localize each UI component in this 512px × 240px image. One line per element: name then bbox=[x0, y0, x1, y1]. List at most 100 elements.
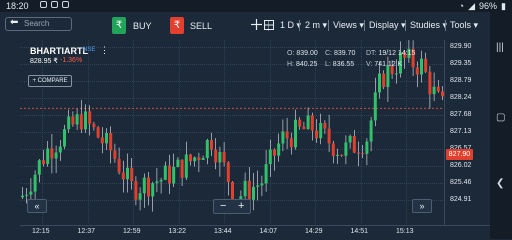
candle-body bbox=[218, 151, 222, 163]
candle-body bbox=[79, 114, 83, 130]
candle-body bbox=[315, 130, 318, 139]
price-tick-label: 826.02 bbox=[450, 162, 472, 169]
interval2-dropdown[interactable]: 2 m ▾ bbox=[305, 20, 327, 31]
candle-body bbox=[369, 120, 373, 142]
candle-body bbox=[193, 157, 197, 162]
display-label: Display bbox=[369, 20, 399, 30]
search-input[interactable]: ⬅ Search bbox=[5, 17, 72, 31]
divider bbox=[445, 20, 446, 31]
candle-body bbox=[67, 116, 71, 130]
candle-body bbox=[105, 133, 108, 144]
exchange-label: NSE bbox=[83, 47, 96, 53]
low-value: 836.55 bbox=[332, 61, 355, 68]
ohlc-datetime: DT: 19/12 14:15 bbox=[366, 50, 415, 57]
candle-body bbox=[256, 185, 260, 187]
tools-menu[interactable]: Tools ▾ bbox=[450, 20, 478, 31]
notification-icon bbox=[62, 1, 69, 8]
price-axis[interactable]: 829.90 829.35 828.79 828.24 827.68 827.13 826.… bbox=[444, 40, 491, 225]
candle-body bbox=[168, 165, 171, 184]
candle-body bbox=[189, 154, 192, 162]
sell-button[interactable]: ₹ bbox=[170, 17, 184, 34]
double-chevron-left-icon: « bbox=[34, 201, 40, 211]
candle-body bbox=[386, 65, 390, 88]
candle-body bbox=[336, 154, 339, 156]
candle-body bbox=[428, 71, 432, 95]
candle-body bbox=[159, 179, 163, 182]
divider bbox=[299, 20, 300, 31]
studies-menu[interactable]: Studies ▾ bbox=[410, 20, 447, 31]
back-arrow-icon[interactable]: ⬅ bbox=[10, 17, 18, 29]
candle-body bbox=[84, 111, 87, 130]
candle-body bbox=[231, 182, 234, 200]
symbol-change: -1.36% bbox=[60, 57, 83, 64]
candle-body bbox=[252, 186, 255, 200]
home-icon[interactable]: ▢ bbox=[496, 112, 505, 123]
ohlc-low: L: 836.55 bbox=[325, 61, 354, 68]
price-tick-label: 824.91 bbox=[450, 196, 472, 203]
price-tick-label: 825.46 bbox=[450, 179, 472, 186]
candle-body bbox=[21, 195, 24, 198]
views-menu[interactable]: Views ▾ bbox=[333, 20, 364, 31]
candle-body bbox=[163, 165, 167, 180]
candle-body bbox=[361, 153, 365, 155]
price-tick-label: 827.68 bbox=[450, 111, 472, 118]
candle-body bbox=[289, 138, 293, 148]
compare-button[interactable]: + COMPARE bbox=[28, 75, 72, 87]
clock: 18:20 bbox=[6, 1, 29, 11]
display-menu[interactable]: Display ▾ bbox=[369, 20, 406, 31]
high-label: H: bbox=[287, 61, 294, 68]
crosshair-icon[interactable] bbox=[251, 19, 262, 30]
notification-icons bbox=[40, 1, 69, 8]
time-tick-label: 14:29 bbox=[305, 228, 323, 235]
symbol-name[interactable]: BHARTIARTL bbox=[30, 46, 88, 56]
candle-body bbox=[117, 158, 121, 173]
candle-body bbox=[302, 126, 306, 130]
zoom-in-button[interactable]: + bbox=[238, 200, 244, 213]
candle-body bbox=[184, 154, 188, 178]
time-axis[interactable]: 12:15 12:37 12:59 13:22 13:44 14:07 14:29 14:51… bbox=[20, 225, 490, 240]
recent-apps-icon[interactable]: ||| bbox=[496, 42, 504, 53]
candle-body bbox=[29, 191, 33, 195]
time-tick-label: 15:13 bbox=[396, 228, 414, 235]
time-tick-label: 14:51 bbox=[350, 228, 369, 235]
back-icon[interactable]: ❮ bbox=[496, 178, 504, 189]
buy-button[interactable]: ₹ bbox=[112, 17, 126, 34]
candle-body bbox=[373, 92, 377, 121]
candle-body bbox=[37, 160, 41, 175]
navigation-bar: ||| ▢ ❮ bbox=[490, 12, 512, 239]
candle-body bbox=[340, 154, 344, 156]
candle-body bbox=[226, 162, 230, 183]
search-placeholder: Search bbox=[24, 19, 50, 28]
double-chevron-right-icon: » bbox=[419, 201, 425, 211]
divider bbox=[364, 20, 365, 31]
datetime-value: 19/12 14:15 bbox=[378, 50, 416, 57]
candle-body bbox=[264, 164, 268, 184]
candle-body bbox=[138, 193, 142, 200]
candle-body bbox=[310, 115, 314, 131]
interval-dropdown[interactable]: 1 D ▾ bbox=[280, 20, 301, 31]
candle-body bbox=[365, 141, 369, 154]
system-icons: ◔ ◢ 96% ▮ bbox=[459, 0, 506, 12]
zoom-out-button[interactable]: − bbox=[220, 200, 226, 213]
time-tick-label: 13:22 bbox=[168, 228, 187, 235]
zoom-control: − + bbox=[213, 199, 251, 214]
symbol-price: 828.95 ₹ bbox=[30, 58, 58, 65]
candle-body bbox=[268, 149, 272, 165]
candle-body bbox=[46, 148, 50, 165]
signal-icon: ◢ bbox=[468, 1, 476, 11]
sell-label[interactable]: SELL bbox=[190, 21, 212, 31]
layout-icon[interactable] bbox=[264, 20, 274, 30]
candle-body bbox=[42, 160, 45, 165]
scroll-right-button[interactable]: » bbox=[412, 199, 432, 213]
candle-body bbox=[142, 177, 146, 194]
buy-label[interactable]: BUY bbox=[133, 21, 152, 31]
more-options-icon[interactable]: ⋮ bbox=[100, 45, 109, 56]
datetime-label: DT: bbox=[366, 50, 377, 57]
time-tick-label: 13:44 bbox=[214, 228, 232, 235]
candle-body bbox=[352, 135, 356, 153]
scroll-left-button[interactable]: « bbox=[27, 199, 47, 213]
candle-body bbox=[126, 167, 129, 180]
candle-body bbox=[155, 181, 159, 184]
price-tick-label: 827.13 bbox=[450, 128, 472, 135]
candle-body bbox=[113, 150, 117, 159]
